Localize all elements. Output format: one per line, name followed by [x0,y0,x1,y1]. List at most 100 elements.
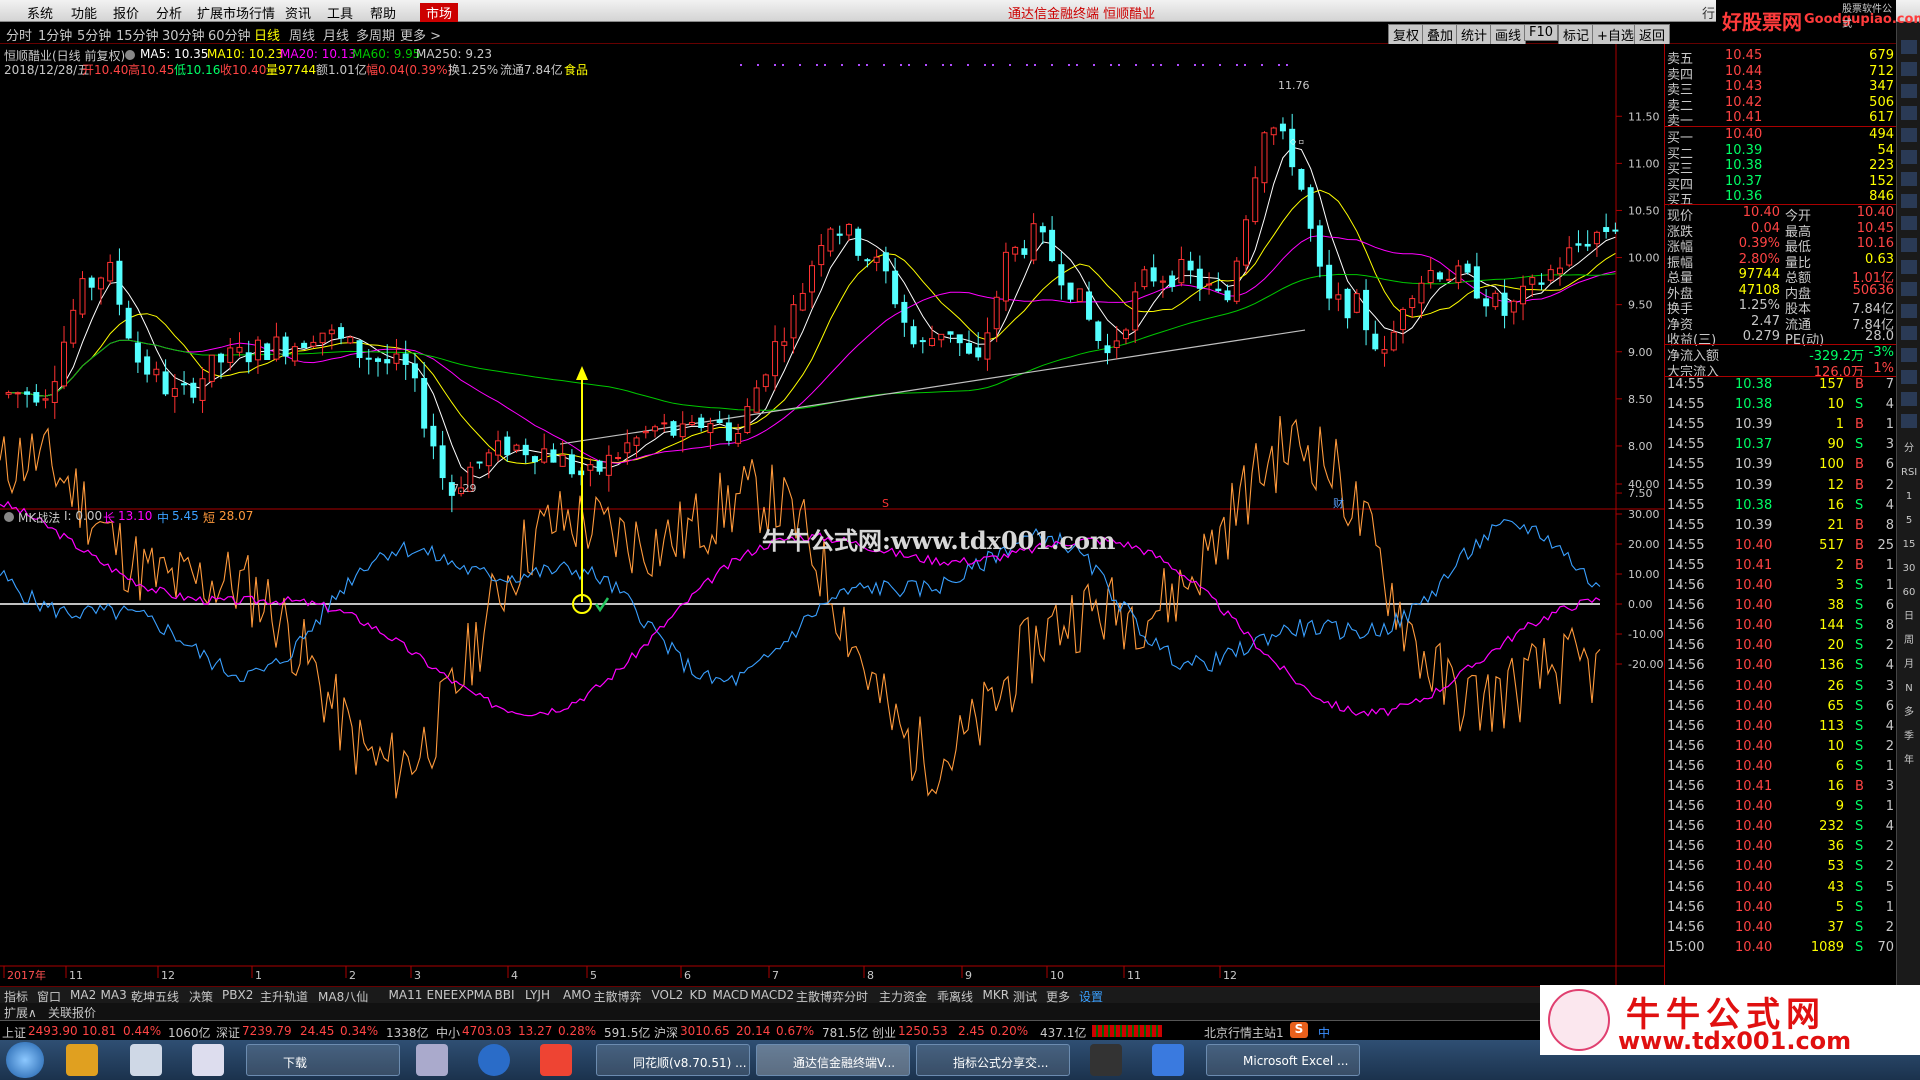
period-tab-weekly[interactable]: 周线 [289,25,315,44]
back-button[interactable]: 返回 [1634,24,1671,45]
menu-market[interactable]: 市场 [420,3,459,22]
add-watchlist-button[interactable]: +自选 [1592,24,1639,45]
indicator-tab[interactable]: MKR [983,988,1010,1002]
network-icon[interactable] [1152,1044,1184,1076]
side-period-button[interactable]: N [1901,682,1917,696]
indicator-tab[interactable]: PBX2 [222,988,253,1002]
side-tool-icon[interactable] [1901,216,1917,230]
ime-mode[interactable]: 中 [1318,1024,1330,1041]
indicator-tab[interactable]: MA3 [101,988,127,1002]
side-period-button[interactable]: 季 [1901,730,1917,744]
side-period-button[interactable]: 60 [1901,586,1917,600]
period-tab-60min[interactable]: 60分钟 [208,25,251,44]
side-period-button[interactable]: 30 [1901,562,1917,576]
tick-price: 10.40 [1735,819,1773,835]
side-period-button[interactable]: 周 [1901,634,1917,648]
side-tool-icon[interactable] [1901,194,1917,208]
side-period-button[interactable]: 1 [1901,490,1917,504]
indicator-settings-icon[interactable] [4,512,14,522]
indicator-tab[interactable]: LYJH [525,988,550,1002]
task-downloads[interactable]: 下载 [246,1044,400,1076]
side-tool-icon[interactable] [1901,392,1917,406]
period-tab-1min[interactable]: 1分钟 [38,25,72,44]
mark-button[interactable]: 标记 [1558,24,1595,45]
f10-button[interactable]: F10 [1524,24,1559,41]
indicator-tab[interactable]: AMO [563,988,591,1002]
menu-system[interactable]: 系统 [27,3,53,22]
app-pinned-icon[interactable] [66,1044,98,1076]
task-excel[interactable]: Microsoft Excel ... [1206,1044,1360,1076]
side-tool-icon[interactable] [1901,414,1917,428]
indicator-tab[interactable]: MACD [713,988,749,1002]
indicator-tab[interactable]: BBI [495,988,515,1002]
indicator-tab[interactable]: ENEEXPMA [427,988,493,1002]
overlay-button[interactable]: 叠加 [1422,24,1459,45]
game-icon[interactable] [540,1044,572,1076]
task-tonghuashun[interactable]: 同花顺(v8.70.51) ... [596,1044,750,1076]
side-tool-icon[interactable] [1901,238,1917,252]
side-tool-icon[interactable] [1901,370,1917,384]
indicator-tab[interactable]: MACD2 [751,988,795,1002]
chart-corner-icon[interactable]: ◇ ▫ [1290,137,1304,146]
indicator-tab[interactable]: VOL2 [652,988,684,1002]
indicator-tab[interactable]: KD [690,988,707,1002]
indicator-tab[interactable]: MA2 [70,988,96,1002]
menu-news[interactable]: 资讯 [285,3,311,22]
adjust-button[interactable]: 复权 [1388,24,1425,45]
side-period-button[interactable]: 5 [1901,514,1917,528]
side-tool-icon[interactable] [1901,326,1917,340]
menu-tools[interactable]: 工具 [327,3,353,22]
side-tool-icon[interactable] [1901,40,1917,54]
nox-icon[interactable] [1090,1044,1122,1076]
settings-dot-icon[interactable] [125,50,135,60]
side-tool-icon[interactable] [1901,128,1917,142]
sogou-ime-icon[interactable]: S [1290,1022,1308,1038]
hs-pct: 0.67% [776,1024,815,1038]
tab-extend[interactable]: 扩展∧ [4,1004,37,1021]
side-tool-icon[interactable] [1901,304,1917,318]
side-period-button[interactable]: 15 [1901,538,1917,552]
period-tab-intraday[interactable]: 分时 [6,25,32,44]
side-period-button[interactable]: RSI [1901,466,1917,480]
side-period-button[interactable]: 月 [1901,658,1917,672]
k-app-icon[interactable] [478,1044,510,1076]
menu-extended-market[interactable]: 扩展市场行情 [197,3,275,22]
menu-quote[interactable]: 报价 [113,3,139,22]
side-tool-icon[interactable] [1901,84,1917,98]
candle-body [1326,264,1333,299]
period-tab-30min[interactable]: 30分钟 [162,25,205,44]
period-tab-15min[interactable]: 15分钟 [116,25,159,44]
menu-function[interactable]: 功能 [71,3,97,22]
notepad-icon[interactable] [416,1044,448,1076]
side-period-button[interactable]: 日 [1901,610,1917,624]
period-tab-more[interactable]: 更多 > [400,25,441,44]
period-tab-5min[interactable]: 5分钟 [77,25,111,44]
task-chrome-forum[interactable]: 指标公式分享交... [916,1044,1070,1076]
side-tool-icon[interactable] [1901,150,1917,164]
menu-help[interactable]: 帮助 [370,3,396,22]
period-tab-monthly[interactable]: 月线 [323,25,349,44]
candle-body [1603,227,1610,232]
side-tool-icon[interactable] [1901,106,1917,120]
side-tool-icon[interactable] [1901,62,1917,76]
indicator-tab[interactable]: MA11 [389,988,423,1002]
tab-related-quote[interactable]: 关联报价 [48,1004,96,1021]
period-tab-daily[interactable]: 日线 [254,25,280,44]
side-period-button[interactable]: 多 [1901,706,1917,720]
stats-button[interactable]: 统计 [1456,24,1493,45]
side-tool-icon[interactable] [1901,172,1917,186]
start-button[interactable] [6,1042,44,1078]
cy-amount: 437.1亿 [1040,1026,1087,1040]
side-tool-icon[interactable] [1901,282,1917,296]
calculator-icon[interactable] [130,1044,162,1076]
side-period-button[interactable]: 年 [1901,754,1917,768]
period-tab-multi[interactable]: 多周期 [356,25,395,44]
menu-analysis[interactable]: 分析 [156,3,182,22]
side-period-button[interactable]: 分 [1901,442,1917,456]
side-tool-icon[interactable] [1901,348,1917,362]
side-tool-icon[interactable] [1901,260,1917,274]
tool-icon[interactable] [192,1044,224,1076]
task-tdx-terminal[interactable]: 通达信金融终端V... [756,1044,910,1076]
server-station[interactable]: 北京行情主站1 [1204,1024,1284,1041]
draw-button[interactable]: 画线 [1490,24,1527,45]
